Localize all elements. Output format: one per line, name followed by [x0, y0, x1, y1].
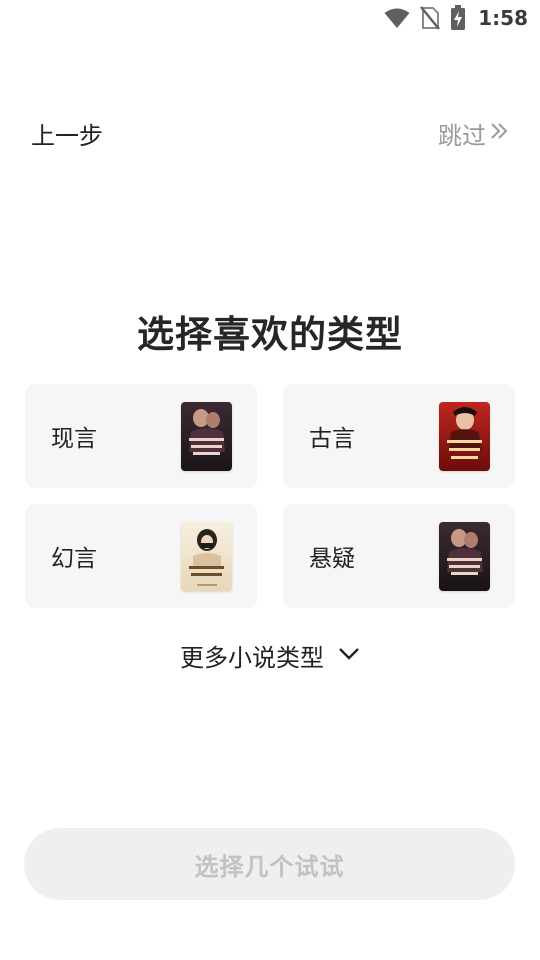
skip-label: 跳过: [438, 122, 486, 150]
genre-card-ancient-romance[interactable]: 古言: [283, 384, 515, 488]
book-cover-image: [439, 521, 490, 591]
genre-grid: 现言 古言 幻言 悬疑: [25, 384, 515, 608]
wifi-icon: [384, 7, 410, 29]
battery-charging-icon: [450, 5, 466, 31]
genre-label: 古言: [309, 426, 355, 452]
genre-label: 悬疑: [309, 546, 355, 572]
genre-card-fantasy-romance[interactable]: 幻言: [25, 504, 257, 608]
genre-card-mystery[interactable]: 悬疑: [283, 504, 515, 608]
genre-card-modern-romance[interactable]: 现言: [25, 384, 257, 488]
book-cover-image: [181, 401, 232, 471]
page-title: 选择喜欢的类型: [137, 313, 403, 356]
no-sim-icon: [420, 6, 441, 30]
status-bar: 1:58: [0, 0, 540, 36]
genre-label: 幻言: [51, 546, 97, 572]
status-time: 1:58: [478, 6, 528, 30]
try-selection-button[interactable]: 选择几个试试: [24, 828, 515, 900]
more-genres-label: 更多小说类型: [180, 644, 324, 672]
more-genres-button[interactable]: 更多小说类型: [0, 638, 540, 673]
skip-button[interactable]: 跳过: [438, 116, 510, 151]
double-chevron-right-icon: [488, 120, 510, 148]
book-cover-image: [181, 521, 232, 591]
genre-label: 现言: [51, 426, 97, 452]
book-cover-image: [439, 401, 490, 471]
chevron-down-icon: [338, 646, 360, 665]
try-selection-label: 选择几个试试: [194, 852, 345, 881]
back-button[interactable]: 上一步: [31, 116, 103, 151]
